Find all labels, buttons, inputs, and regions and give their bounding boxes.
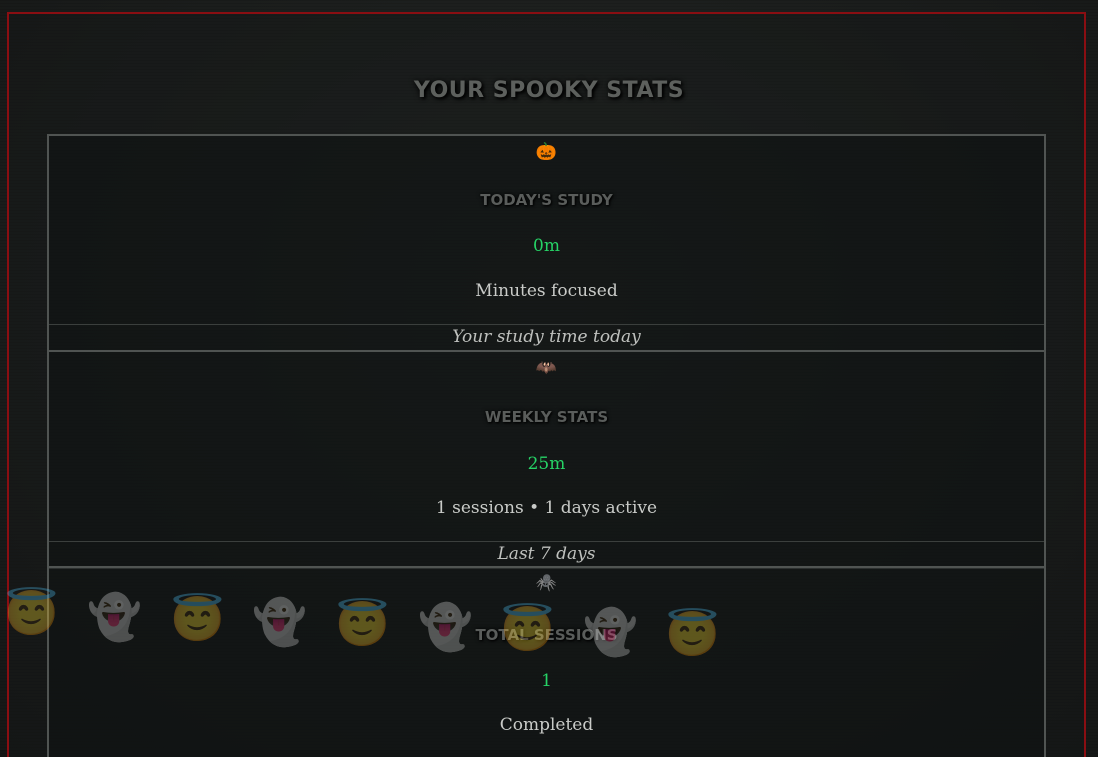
total-sessions-card: 🕷️ Total Sessions 1 Completed [47, 566, 1046, 757]
bat-icon: 🦇 [535, 358, 558, 378]
today-study-card: 🎃 Today's Study 0m Minutes focused Your … [47, 134, 1046, 352]
card-subtitle: Minutes focused [475, 281, 618, 301]
card-footer: Your study time today [49, 324, 1044, 347]
spider-icon: 🕷️ [535, 573, 558, 593]
card-footer: Last 7 days [49, 541, 1044, 564]
card-heading: Today's Study [480, 191, 613, 209]
card-heading: Weekly Stats [484, 408, 609, 426]
today-study-value: 0m [533, 236, 560, 256]
card-subtitle: Completed [499, 715, 594, 735]
card-heading: Total Sessions [475, 626, 618, 644]
pumpkin-icon: 🎃 [535, 142, 558, 162]
total-sessions-value: 1 [541, 671, 552, 691]
weekly-stats-value: 25m [527, 454, 566, 474]
card-subtitle: 1 sessions • 1 days active [435, 498, 658, 518]
page-title: Your Spooky Stats [413, 78, 685, 103]
weekly-stats-card: 🦇 Weekly Stats 25m 1 sessions • 1 days a… [47, 350, 1046, 569]
